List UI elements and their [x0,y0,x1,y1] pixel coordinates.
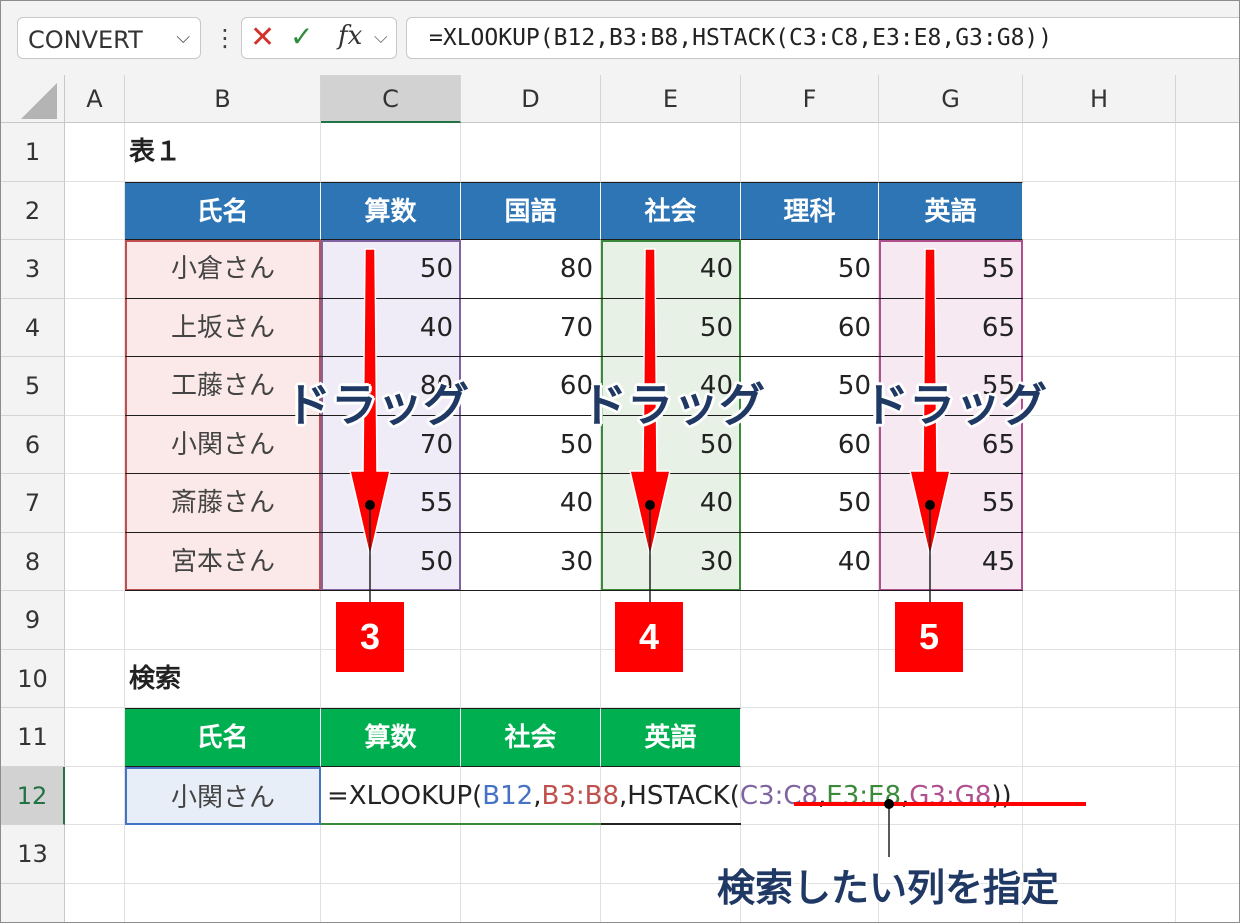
table1-value-cell[interactable]: 50 [321,533,461,591]
name-box[interactable]: CONVERT ⌵ [17,17,201,59]
search-header-1[interactable]: 算数 [321,708,461,767]
formula-in-cell[interactable]: =XLOOKUP(B12,B3:B8,HSTACK(C3:C8,E3:E8,G3… [327,767,1012,826]
table1-value-cell[interactable]: 45 [879,533,1023,591]
step-badge-4: 4 [615,602,683,672]
row-header-8[interactable]: 8 [1,532,65,591]
table1-title: 表１ [129,137,182,167]
search-name-cell[interactable]: 小関さん [125,766,321,825]
table1-value-cell[interactable]: 80 [461,240,601,299]
more-options-icon[interactable]: ⋮ [213,17,237,59]
search-title: 検索 [129,663,182,694]
select-all-triangle-icon[interactable] [21,83,57,119]
row-header-13[interactable]: 13 [1,825,65,884]
row-header-9[interactable]: 9 [1,591,65,650]
table1-value-cell[interactable]: 40 [321,299,461,357]
table1-value-cell[interactable]: 60 [461,357,601,416]
formula-token: =XLOOKUP( [327,780,483,811]
search-header-0[interactable]: 氏名 [125,708,321,767]
search-header-2[interactable]: 社会 [461,708,601,767]
formula-token: G3:G8 [909,780,992,811]
table1-value-cell[interactable]: 55 [879,240,1023,299]
formula-token: C3:C8 [739,780,819,811]
row-header-2[interactable]: 2 [1,181,65,240]
row-header-12[interactable]: 12 [1,766,65,825]
drag-label: ドラッグ [863,379,1047,431]
table1-value-cell[interactable]: 50 [321,240,461,299]
table1-value-cell[interactable]: 50 [741,474,879,533]
row-header-3[interactable]: 3 [1,240,65,299]
column-header-a[interactable]: A [65,75,125,123]
formula-token: )) [991,780,1012,811]
table1-value-cell[interactable]: 50 [741,240,879,299]
table1-value-cell[interactable]: 60 [741,299,879,357]
chevron-down-icon[interactable]: ⌵ [176,27,190,48]
table1-value-cell[interactable]: 65 [879,299,1023,357]
table1-header-4[interactable]: 理科 [741,181,879,240]
formula-token: ,HSTACK( [619,780,740,811]
column-header-c[interactable]: C [321,75,461,123]
table1-value-cell[interactable]: 55 [879,474,1023,533]
drag-label: ドラッグ [581,379,765,431]
row-header-extra[interactable] [1,883,65,922]
table1-value-cell[interactable]: 30 [601,533,741,591]
excel-window: CONVERT ⌵ ⋮ ✕ ✓ fx ⌵ =XLOOKUP(B12,B3:B8,… [0,0,1240,923]
formula-input[interactable]: =XLOOKUP(B12,B3:B8,HSTACK(C3:C8,E3:E8,G3… [406,17,1239,59]
chevron-down-icon[interactable]: ⌵ [374,27,388,48]
step-badge-3: 3 [336,602,404,672]
table1-value-cell[interactable]: 40 [601,240,741,299]
gridline-v [1175,123,1176,922]
row-header-6[interactable]: 6 [1,415,65,474]
formula-bar: CONVERT ⌵ ⋮ ✕ ✓ fx ⌵ =XLOOKUP(B12,B3:B8,… [1,1,1239,75]
column-header-f[interactable]: F [741,75,879,123]
table1-header-3[interactable]: 社会 [601,181,741,240]
table1-value-cell[interactable]: 50 [461,416,601,474]
column-header-d[interactable]: D [461,75,601,123]
row-header-5[interactable]: 5 [1,357,65,416]
formula-controls: ✕ ✓ fx ⌵ [241,17,397,59]
table1-value-cell[interactable]: 40 [461,474,601,533]
name-box-value: CONVERT [28,26,143,54]
formula-text: =XLOOKUP(B12,B3:B8,HSTACK(C3:C8,E3:E8,G3… [429,25,1053,51]
x-icon[interactable]: ✕ [250,20,275,55]
column-header-extra[interactable] [1176,75,1239,123]
row-header-10[interactable]: 10 [1,649,65,708]
row-header-1[interactable]: 1 [1,123,65,182]
formula-token: E3:E8 [826,780,901,811]
formula-token: B3:B8 [541,780,620,811]
table1-value-cell[interactable]: 70 [461,299,601,357]
row-header-11[interactable]: 11 [1,708,65,767]
check-icon[interactable]: ✓ [290,20,313,53]
column-header-e[interactable]: E [601,75,741,123]
table1-header-0[interactable]: 氏名 [125,181,321,240]
instruction-note: 検索したい列を指定 [717,868,1060,910]
table1-name-cell[interactable]: 斎藤さん [125,474,321,533]
column-header-b[interactable]: B [125,75,321,123]
table1-value-cell[interactable]: 40 [741,533,879,591]
table1-value-cell[interactable]: 40 [601,474,741,533]
table1-value-cell[interactable]: 50 [601,299,741,357]
drag-label: ドラッグ [285,379,469,431]
table1-name-cell[interactable]: 小倉さん [125,240,321,299]
row-header-7[interactable]: 7 [1,474,65,533]
table1-header-5[interactable]: 英語 [879,181,1023,240]
row-header-4[interactable]: 4 [1,298,65,357]
step-badge-5: 5 [895,602,963,672]
column-header-g[interactable]: G [879,75,1023,123]
table1-value-cell[interactable]: 30 [461,533,601,591]
gridline-h [65,882,1239,884]
table1-name-cell[interactable]: 宮本さん [125,533,321,591]
formula-token: B12 [482,780,534,811]
table1-name-cell[interactable]: 上坂さん [125,299,321,357]
column-header-h[interactable]: H [1023,75,1176,123]
table1-header-1[interactable]: 算数 [321,181,461,240]
fx-icon[interactable]: fx [338,21,362,51]
table1-value-cell[interactable]: 55 [321,474,461,533]
search-header-3[interactable]: 英語 [601,708,741,767]
table1-header-2[interactable]: 国語 [461,181,601,240]
